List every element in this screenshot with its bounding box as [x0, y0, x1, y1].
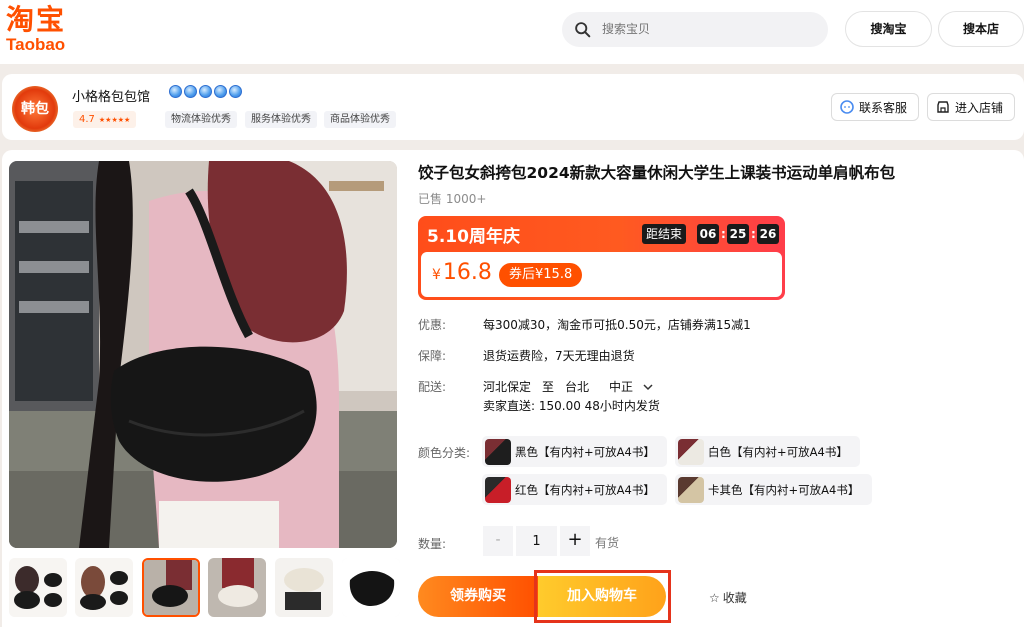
shop-name[interactable]: 小格格包包馆	[72, 86, 150, 105]
ship-from: 河北保定	[483, 380, 532, 394]
discount-value: 每300减30，淘金币可抵0.50元，店铺券满15减1	[483, 318, 751, 332]
shop-rating: 4.7 ★★★★★	[73, 111, 137, 128]
thumbnail-6[interactable]	[342, 558, 400, 617]
favorite-label: 收藏	[722, 591, 747, 605]
search-store-button[interactable]: 搜本店	[938, 11, 1024, 47]
crown-icon	[184, 85, 197, 98]
chevron-down-icon	[643, 384, 653, 391]
price-area: ¥ 16.8 券后¥15.8	[421, 252, 782, 297]
shop-tag-service: 服务体验优秀	[245, 111, 317, 128]
sold-count: 已售 1000+	[418, 192, 487, 206]
product-title: 饺子包女斜挎包2024新款大容量休闲大学生上课装书运动单肩帆布包	[418, 164, 896, 182]
thumbnail-5[interactable]	[275, 558, 333, 617]
thumbnail-4[interactable]	[208, 558, 266, 617]
countdown-minutes: 25	[727, 224, 749, 244]
enter-store-label: 进入店铺	[955, 100, 1004, 115]
shop-tag-logistics: 物流体验优秀	[165, 111, 237, 128]
color-option-label: 卡其色【有内衬+可放A4书】	[708, 482, 860, 497]
shop-bar: 韩包 小格格包包馆 4.7 ★★★★★ 物流体验优秀 服务体验优秀 商品体验优秀…	[2, 74, 1024, 140]
promo-banner: 5.10周年庆 距结束 06 : 25 : 26 ¥ 16.8 券后¥15.8	[418, 216, 785, 300]
coupon-price-badge: 券后¥15.8	[499, 263, 583, 287]
top-header: 淘宝 Taobao 搜淘宝 搜本店	[0, 0, 1024, 64]
color-option-khaki[interactable]: 卡其色【有内衬+可放A4书】	[675, 474, 872, 505]
chat-bubble-icon	[840, 100, 854, 114]
color-option-label: 黑色【有内衬+可放A4书】	[515, 444, 655, 459]
thumbnail-1[interactable]	[9, 558, 67, 617]
crown-icon	[199, 85, 212, 98]
color-thumb-red	[485, 476, 511, 503]
search-taobao-button[interactable]: 搜淘宝	[845, 11, 932, 47]
color-option-black[interactable]: 黑色【有内衬+可放A4书】	[482, 436, 667, 467]
quantity-decrease-button[interactable]: -	[483, 526, 513, 556]
color-option-label: 红色【有内衬+可放A4书】	[515, 482, 655, 497]
currency-symbol: ¥	[432, 267, 441, 283]
promo-name: 5.10周年庆	[427, 227, 520, 247]
countdown-colon: :	[721, 227, 726, 241]
taobao-logo[interactable]: 淘宝 Taobao	[6, 4, 86, 58]
shop-tag-product: 商品体验优秀	[324, 111, 396, 128]
guarantee-label: 保障:	[418, 349, 447, 363]
crown-icon	[229, 85, 242, 98]
logo-text-cn: 淘宝	[6, 3, 67, 36]
shipping-label: 配送:	[418, 380, 447, 394]
favorite-button[interactable]: ☆ 收藏	[709, 589, 747, 606]
search-icon	[575, 22, 591, 38]
ship-district-selector[interactable]: 中正	[609, 378, 653, 395]
color-option-red[interactable]: 红色【有内衬+可放A4书】	[482, 474, 667, 505]
countdown-hours: 06	[697, 224, 719, 244]
buy-with-coupon-button[interactable]: 领券购买	[418, 576, 538, 617]
guarantee-value: 退货运费险，7天无理由退货	[483, 349, 635, 363]
crown-icon	[169, 85, 182, 98]
star-icon: ☆	[709, 590, 720, 605]
thumbnail-3-selected[interactable]	[142, 558, 200, 617]
color-thumb-khaki	[678, 476, 704, 503]
countdown-colon: :	[751, 227, 756, 241]
shop-score: 4.7	[79, 114, 95, 125]
shop-avatar[interactable]: 韩包	[12, 86, 58, 132]
quantity-input[interactable]	[516, 526, 557, 556]
ship-district: 中正	[609, 380, 634, 394]
color-thumb-black	[485, 438, 511, 465]
color-option-white[interactable]: 白色【有内衬+可放A4书】	[675, 436, 860, 467]
price-value: 16.8	[442, 260, 492, 285]
price: ¥ 16.8	[432, 260, 492, 285]
add-to-cart-highlight-box	[534, 570, 671, 623]
quantity-increase-button[interactable]: +	[560, 526, 590, 556]
contact-service-button[interactable]: 联系客服	[831, 93, 919, 121]
countdown-seconds: 26	[757, 224, 779, 244]
ship-city[interactable]: 台北	[565, 378, 589, 395]
search-input[interactable]	[602, 18, 812, 40]
star-rating-icon: ★★★★★	[98, 115, 131, 124]
quantity-label: 数量:	[418, 537, 447, 551]
discount-label: 优惠:	[418, 318, 447, 332]
ship-to-word: 至	[542, 380, 555, 394]
crown-icon	[214, 85, 227, 98]
logo-text-en: Taobao	[6, 35, 66, 54]
contact-service-label: 联系客服	[859, 100, 908, 115]
shop-level-crowns	[169, 85, 242, 101]
ship-detail: 卖家直送: 150.00 48小时内发货	[483, 399, 660, 413]
color-thumb-white	[678, 438, 704, 465]
enter-store-button[interactable]: 进入店铺	[927, 93, 1015, 121]
promo-ends-label: 距结束	[642, 224, 687, 244]
store-icon	[937, 101, 949, 113]
color-option-label: 白色【有内衬+可放A4书】	[708, 444, 848, 459]
search-box[interactable]	[562, 12, 828, 47]
main-product-image[interactable]	[9, 161, 397, 548]
stock-status: 有货	[595, 536, 620, 550]
thumbnail-2[interactable]	[75, 558, 133, 617]
color-label: 颜色分类:	[418, 446, 471, 460]
